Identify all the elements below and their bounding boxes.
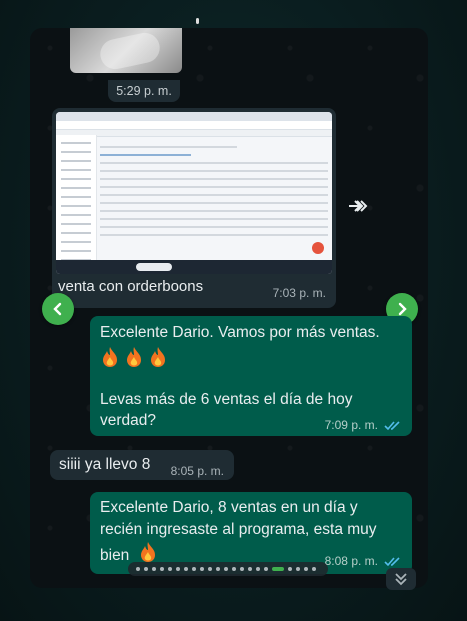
carousel-dot[interactable] <box>256 567 260 571</box>
message-time: 7:09 p. m. <box>324 418 378 432</box>
carousel-dot[interactable] <box>240 567 244 571</box>
carousel-dot-active[interactable] <box>272 567 284 571</box>
message-time: 8:08 p. m. <box>324 554 378 568</box>
carousel-dot[interactable] <box>208 567 212 571</box>
forward-icon[interactable] <box>346 196 372 216</box>
carousel-dot[interactable] <box>296 567 300 571</box>
fire-emoji <box>127 347 141 367</box>
outgoing-message[interactable]: Excelente Dario. Vamos por más ventas. L… <box>90 316 412 436</box>
message-line: verdad? <box>100 412 157 429</box>
message-line: recién ingresaste al programa, esta muy <box>100 521 377 538</box>
double-check-icon <box>384 557 400 567</box>
carousel-dot[interactable] <box>152 567 156 571</box>
carousel-dot[interactable] <box>176 567 180 571</box>
message-line: Levas más de 6 ventas el día de hoy <box>100 391 353 408</box>
chevron-left-icon <box>53 302 62 316</box>
carousel-indicator[interactable] <box>128 562 328 576</box>
carousel-dot[interactable] <box>136 567 140 571</box>
scroll-down-button[interactable] <box>386 568 416 590</box>
message-line: Excelente Dario, 8 ventas en un día y <box>100 499 358 516</box>
carousel-dot[interactable] <box>160 567 164 571</box>
carousel-dot[interactable] <box>248 567 252 571</box>
previous-photo-thumbnail[interactable] <box>70 28 182 73</box>
media-message[interactable]: venta con orderboons 7:03 p. m. <box>52 108 336 308</box>
screenshot-image[interactable] <box>56 112 332 274</box>
carousel-dot[interactable] <box>224 567 228 571</box>
fire-emoji <box>151 347 165 367</box>
incoming-message[interactable]: siiii ya llevo 8 8:05 p. m. <box>50 450 234 480</box>
message-text: siiii ya llevo 8 <box>59 456 151 473</box>
carousel-dot[interactable] <box>216 567 220 571</box>
carousel-dot[interactable] <box>192 567 196 571</box>
carousel-dot[interactable] <box>264 567 268 571</box>
emoji-row <box>100 346 172 370</box>
double-check-icon <box>384 421 400 431</box>
media-caption: venta con orderboons <box>58 278 204 295</box>
message-time: 8:05 p. m. <box>170 464 224 478</box>
previous-message-time: 5:29 p. m. <box>108 80 180 102</box>
carousel-dot[interactable] <box>144 567 148 571</box>
carousel-dot[interactable] <box>304 567 308 571</box>
double-chevron-down-icon <box>395 573 407 586</box>
carousel-dot[interactable] <box>288 567 292 571</box>
carousel-dot[interactable] <box>232 567 236 571</box>
message-line: bien <box>100 547 130 564</box>
fire-emoji <box>103 347 117 367</box>
carousel-dot[interactable] <box>184 567 188 571</box>
chevron-right-icon <box>398 302 407 316</box>
fire-emoji <box>140 542 155 562</box>
top-indicator <box>196 18 199 24</box>
media-time: 7:03 p. m. <box>272 286 326 300</box>
message-line: Excelente Dario. Vamos por más ventas. <box>100 324 380 341</box>
carousel-dot[interactable] <box>200 567 204 571</box>
previous-button[interactable] <box>42 293 74 325</box>
carousel-dot[interactable] <box>312 567 316 571</box>
carousel-dot[interactable] <box>168 567 172 571</box>
